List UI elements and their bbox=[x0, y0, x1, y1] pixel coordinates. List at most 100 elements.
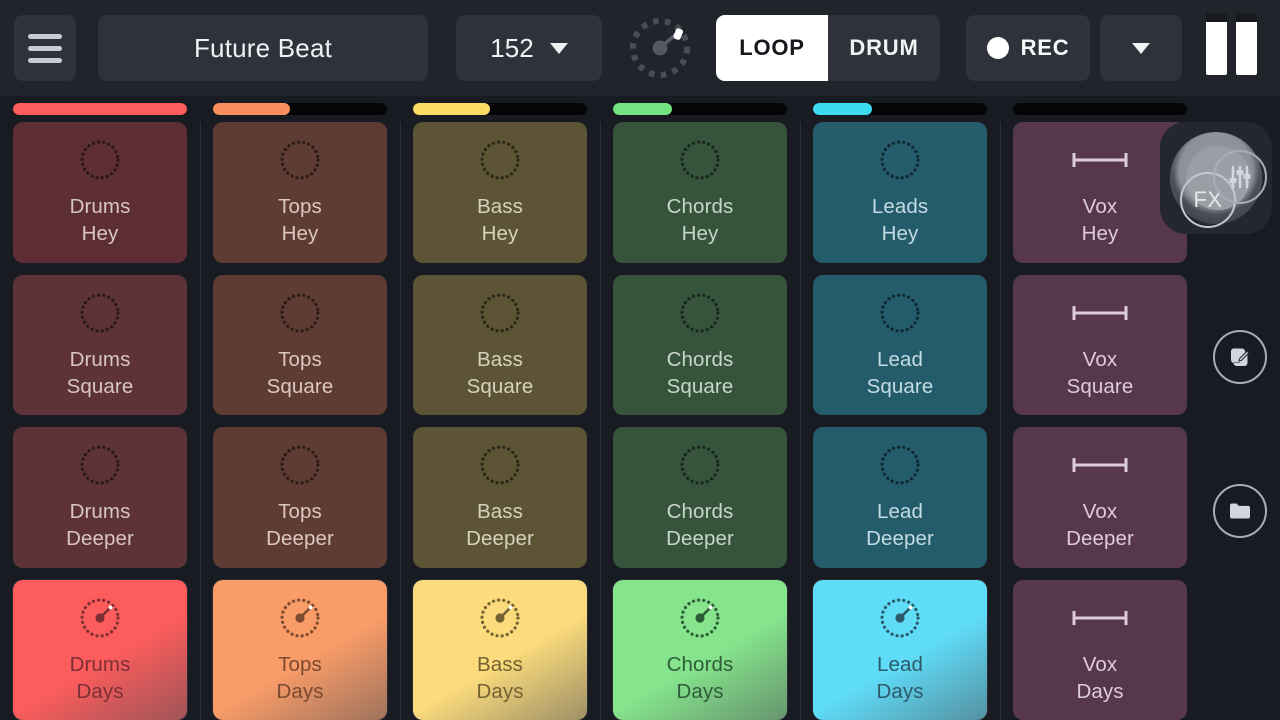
clip-cell-label: Drums Deeper bbox=[66, 498, 134, 552]
clip-cell-label: Lead Square bbox=[867, 346, 934, 400]
clip-cell[interactable]: Tops Square bbox=[213, 274, 387, 415]
tab-drum[interactable]: DRUM bbox=[828, 15, 940, 81]
record-button[interactable]: REC bbox=[966, 15, 1090, 81]
track-progress-tops bbox=[200, 103, 400, 115]
clip-name: Deeper bbox=[866, 527, 934, 551]
edit-button[interactable] bbox=[1213, 330, 1267, 384]
app-root: Future Beat 152 LOOP DRUM REC Drums Hey … bbox=[0, 0, 1280, 720]
clip-cell[interactable]: Tops Hey bbox=[213, 122, 387, 263]
clip-column-bass: Bass Hey Bass Square Bass Deeper Bass Days bbox=[400, 122, 600, 720]
clip-column-tops: Tops Hey Tops Square Tops Deeper Tops Days bbox=[200, 122, 400, 720]
clip-cell[interactable]: Lead Deeper bbox=[813, 427, 987, 568]
loop-circle-icon bbox=[77, 290, 123, 336]
clip-cell-label: Drums Square bbox=[67, 346, 134, 400]
clip-cell-label: Bass Hey bbox=[477, 193, 523, 247]
track-progress-leads bbox=[800, 103, 1000, 115]
clip-track-name: Bass bbox=[477, 195, 523, 219]
clip-cell[interactable]: Vox Days bbox=[1013, 579, 1187, 720]
loop-circle-icon bbox=[477, 442, 523, 488]
clip-cell[interactable]: Chords Square bbox=[613, 274, 787, 415]
clip-name: Hey bbox=[1081, 222, 1119, 246]
clip-name: Days bbox=[876, 679, 924, 703]
clip-cell[interactable]: Drums Hey bbox=[13, 122, 187, 263]
folder-button[interactable] bbox=[1213, 484, 1267, 538]
clip-cell-label: Lead Deeper bbox=[866, 498, 934, 552]
track-progress-row bbox=[0, 96, 1200, 122]
clip-track-name: Chords bbox=[666, 347, 734, 371]
track-progress-chords bbox=[600, 103, 800, 115]
tab-loop[interactable]: LOOP bbox=[716, 15, 828, 81]
mixer-button[interactable] bbox=[1213, 150, 1267, 204]
clip-cell[interactable]: Drums Deeper bbox=[13, 427, 187, 568]
clip-cell[interactable]: Leads Hey bbox=[813, 122, 987, 263]
clip-track-name: Tops bbox=[278, 652, 322, 676]
clip-cell[interactable]: Chords Days bbox=[613, 579, 787, 720]
playhead-dial-icon bbox=[77, 595, 123, 641]
clip-name: Square bbox=[466, 374, 534, 398]
clip-cell[interactable]: Bass Days bbox=[413, 579, 587, 720]
tempo-selector[interactable]: 152 bbox=[456, 15, 602, 81]
clip-cell[interactable]: Lead Square bbox=[813, 274, 987, 415]
waveform-bar-icon bbox=[1065, 290, 1135, 336]
mode-toggle[interactable]: LOOP DRUM bbox=[716, 15, 940, 81]
progress-track bbox=[213, 103, 387, 115]
clip-track-name: Lead bbox=[876, 652, 923, 676]
clip-cell[interactable]: Drums Days bbox=[13, 579, 187, 720]
clip-cell-label: Leads Hey bbox=[872, 193, 928, 247]
loop-circle-icon bbox=[277, 442, 323, 488]
clip-cell-label: Chords Hey bbox=[667, 193, 734, 247]
clip-name: Hey bbox=[881, 222, 919, 246]
clip-track-name: Bass bbox=[477, 652, 523, 676]
progress-fill bbox=[413, 103, 490, 115]
clip-cell[interactable]: Chords Deeper bbox=[613, 427, 787, 568]
pause-button[interactable] bbox=[1200, 13, 1262, 83]
clip-cell[interactable]: Drums Square bbox=[13, 274, 187, 415]
mixer-faders-icon bbox=[1229, 165, 1251, 189]
hamburger-menu-icon bbox=[28, 45, 62, 51]
clip-cell[interactable]: Vox Deeper bbox=[1013, 427, 1187, 568]
loop-circle-icon bbox=[677, 290, 723, 336]
loop-circle-icon bbox=[877, 290, 923, 336]
clip-cell-label: Tops Hey bbox=[278, 193, 322, 247]
clip-cell[interactable]: Tops Deeper bbox=[213, 427, 387, 568]
clip-cell-label: Vox Days bbox=[1076, 651, 1123, 705]
clip-name: Deeper bbox=[1066, 527, 1134, 551]
loop-circle-icon bbox=[877, 137, 923, 183]
clip-name: Deeper bbox=[466, 527, 534, 551]
loop-circle-icon bbox=[677, 442, 723, 488]
clip-cell-label: Drums Days bbox=[70, 651, 131, 705]
clip-cell[interactable]: Tops Days bbox=[213, 579, 387, 720]
clip-cell[interactable]: Vox Square bbox=[1013, 274, 1187, 415]
clip-cell[interactable]: Bass Hey bbox=[413, 122, 587, 263]
loop-circle-icon bbox=[677, 137, 723, 183]
loop-circle-icon bbox=[77, 442, 123, 488]
clip-column-chords: Chords Hey Chords Square Chords Deeper Chords D… bbox=[600, 122, 800, 720]
clip-track-name: Bass bbox=[477, 500, 523, 524]
clip-cell[interactable]: Bass Deeper bbox=[413, 427, 587, 568]
clip-name: Days bbox=[76, 679, 124, 703]
clip-cell-label: Drums Hey bbox=[70, 193, 131, 247]
progress-track bbox=[813, 103, 987, 115]
record-dot-icon bbox=[986, 37, 1009, 59]
clip-cell-label: Chords Deeper bbox=[666, 498, 734, 552]
clip-grid: Drums Hey Drums Square Drums Deeper Drums Days T… bbox=[0, 122, 1200, 720]
loop-circle-icon bbox=[277, 290, 323, 336]
progress-fill bbox=[213, 103, 290, 115]
hamburger-menu-button[interactable] bbox=[14, 15, 76, 81]
clip-name: Hey bbox=[681, 222, 719, 246]
project-name-field[interactable]: Future Beat bbox=[98, 15, 428, 81]
clip-cell[interactable]: Lead Days bbox=[813, 579, 987, 720]
clip-track-name: Vox bbox=[1082, 652, 1118, 676]
metronome-dial-button[interactable] bbox=[626, 14, 694, 82]
clip-cell-label: Lead Days bbox=[876, 651, 923, 705]
record-label: REC bbox=[1020, 35, 1070, 60]
clip-cell[interactable]: Chords Hey bbox=[613, 122, 787, 263]
clip-track-name: Lead bbox=[876, 500, 923, 524]
waveform-bar-icon bbox=[1065, 595, 1135, 641]
record-options-button[interactable] bbox=[1100, 15, 1182, 81]
clip-track-name: Drums bbox=[69, 347, 131, 371]
clip-cell[interactable]: Bass Square bbox=[413, 274, 587, 415]
pause-icon bbox=[1205, 13, 1227, 75]
folder-icon bbox=[1230, 503, 1250, 519]
clip-name: Days bbox=[676, 679, 724, 703]
